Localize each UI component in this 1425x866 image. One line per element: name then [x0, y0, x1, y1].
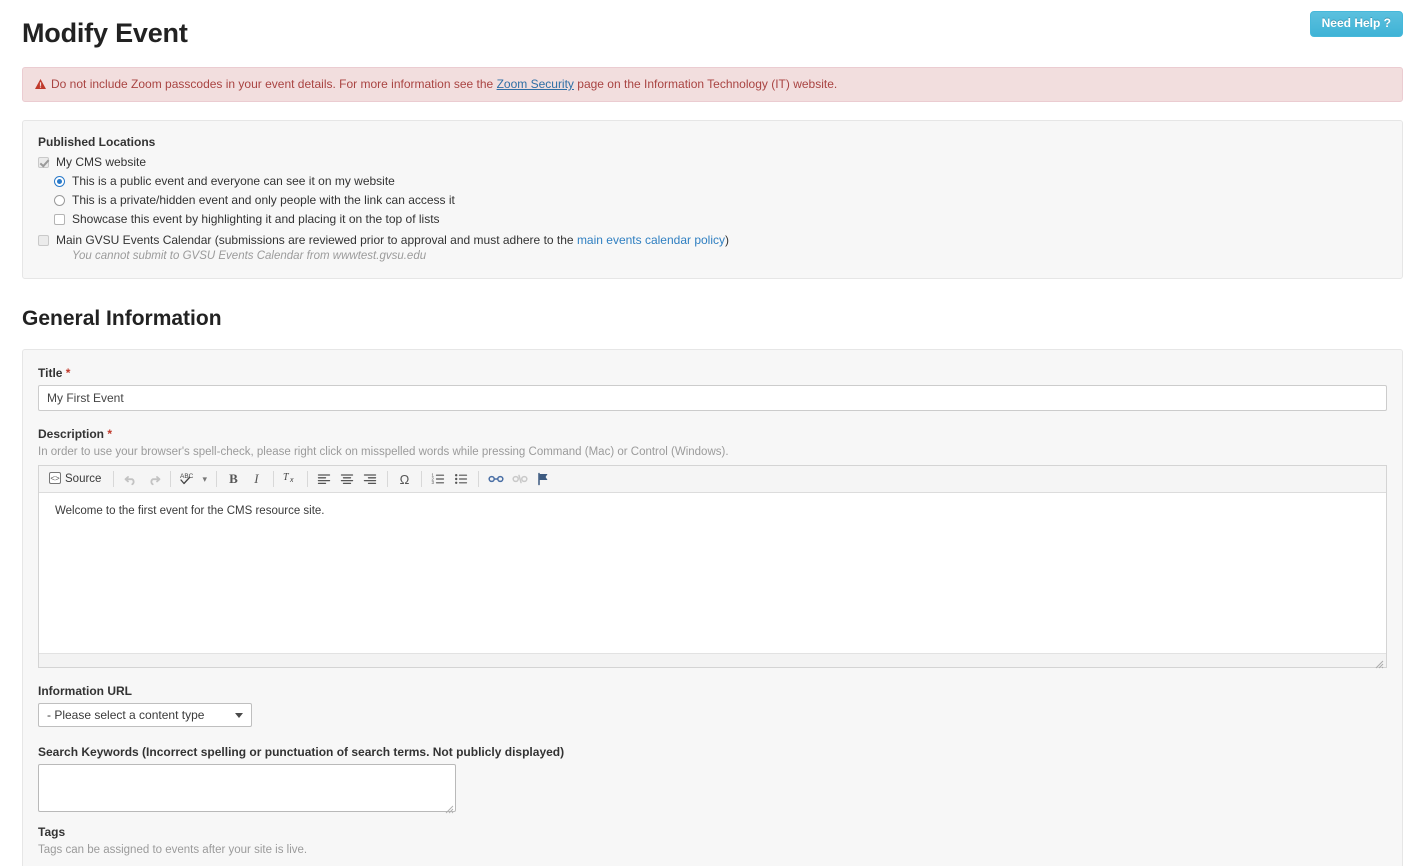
spellcheck-abc-icon: ABC [180, 471, 200, 488]
svg-text:T: T [283, 472, 290, 483]
title-required-marker: * [66, 366, 71, 380]
link-button[interactable] [485, 469, 507, 490]
private-event-radio[interactable] [54, 195, 65, 206]
undo-button[interactable] [120, 469, 141, 490]
source-button[interactable]: <> Source [46, 469, 107, 490]
visibility-option-public[interactable]: This is a public event and everyone can … [54, 174, 1387, 189]
align-center-button[interactable] [337, 469, 358, 490]
spellcheck-button[interactable]: ABC ▾ [177, 469, 210, 490]
tags-group: Tags Tags can be assigned to events afte… [38, 825, 1387, 856]
general-information-heading: General Information [22, 307, 1425, 331]
tags-help-text: Tags can be assigned to events after you… [38, 844, 1387, 856]
alert-text-before-link: Do not include Zoom passcodes in your ev… [51, 77, 493, 91]
tags-label: Tags [38, 825, 1387, 839]
visibility-option-showcase[interactable]: Showcase this event by highlighting it a… [54, 212, 1387, 227]
unlink-button[interactable] [509, 469, 531, 490]
content-type-selected-value: - Please select a content type [47, 708, 204, 722]
search-keywords-group: Search Keywords (Incorrect spelling or p… [38, 745, 1387, 812]
toolbar-separator [421, 471, 422, 487]
remove-format-icon: Tx [283, 470, 297, 488]
svg-text:<>: <> [50, 474, 60, 483]
special-character-button[interactable]: Ω [394, 469, 415, 490]
showcase-event-label: Showcase this event by highlighting it a… [72, 212, 440, 227]
general-information-panel: Title * Description * In order to use yo… [22, 349, 1403, 866]
warning-triangle-icon [35, 78, 46, 88]
main-gvsu-calendar-checkbox [38, 235, 49, 246]
information-url-group: Information URL - Please select a conten… [38, 684, 1387, 727]
redo-button[interactable] [143, 469, 164, 490]
title-field-label: Title * [38, 366, 1387, 380]
private-event-label: This is a private/hidden event and only … [72, 193, 455, 208]
need-help-button[interactable]: Need Help ? [1310, 11, 1403, 37]
title-input[interactable] [38, 385, 1387, 411]
cms-website-row[interactable]: My CMS website [38, 155, 1387, 170]
svg-text:x: x [289, 477, 294, 484]
search-keywords-label: Search Keywords (Incorrect spelling or p… [38, 745, 1387, 759]
alert-text-after-link: page on the Information Technology (IT) … [577, 77, 837, 91]
source-code-icon: <> [49, 472, 61, 487]
source-button-label: Source [65, 473, 101, 485]
modify-event-page: Need Help ? Modify Event Do not include … [0, 0, 1425, 866]
toolbar-separator [170, 471, 171, 487]
main-calendar-restriction-note: You cannot submit to GVSU Events Calenda… [72, 250, 1387, 262]
toolbar-separator [387, 471, 388, 487]
toolbar-separator [273, 471, 274, 487]
page-title: Modify Event [0, 0, 1425, 49]
chevron-down-icon [235, 713, 243, 718]
editor-paragraph: Welcome to the first event for the CMS r… [55, 505, 1370, 517]
cms-website-label: My CMS website [56, 155, 146, 170]
textarea-resize-handle[interactable] [444, 801, 454, 811]
bold-button[interactable]: B [223, 469, 244, 490]
numbered-list-button[interactable]: 123 [428, 469, 449, 490]
public-event-radio[interactable] [54, 176, 65, 187]
cms-website-checkbox [38, 157, 49, 168]
information-url-label: Information URL [38, 684, 1387, 698]
anchor-button[interactable] [533, 469, 554, 490]
main-calendar-text-before-link: Main GVSU Events Calendar (submissions a… [56, 233, 574, 247]
content-type-select[interactable]: - Please select a content type [38, 703, 252, 727]
toolbar-separator [113, 471, 114, 487]
description-field-group: Description * In order to use your brows… [38, 427, 1387, 668]
showcase-event-checkbox[interactable] [54, 214, 65, 225]
rich-text-editor: <> Source ABC [38, 465, 1387, 668]
search-keywords-textarea[interactable] [38, 764, 456, 812]
title-field-group: Title * [38, 366, 1387, 411]
main-events-calendar-policy-link[interactable]: main events calendar policy [577, 233, 725, 247]
editor-toolbar: <> Source ABC [39, 466, 1386, 493]
omega-icon: Ω [400, 472, 410, 487]
description-required-marker: * [107, 427, 112, 441]
align-right-button[interactable] [360, 469, 381, 490]
editor-footer [39, 653, 1386, 667]
svg-text:ABC: ABC [180, 473, 194, 480]
zoom-security-link[interactable]: Zoom Security [497, 77, 574, 91]
published-locations-panel: Published Locations My CMS website This … [22, 120, 1403, 279]
description-help-text: In order to use your browser's spell-che… [38, 446, 1387, 458]
remove-format-button[interactable]: Tx [280, 469, 301, 490]
editor-content-area[interactable]: Welcome to the first event for the CMS r… [39, 493, 1386, 653]
svg-text:3: 3 [432, 480, 435, 485]
visibility-option-private[interactable]: This is a private/hidden event and only … [54, 193, 1387, 208]
italic-button[interactable]: I [246, 469, 267, 490]
chevron-down-icon: ▾ [202, 474, 207, 485]
bulleted-list-button[interactable] [451, 469, 472, 490]
toolbar-separator [478, 471, 479, 487]
align-left-button[interactable] [314, 469, 335, 490]
toolbar-separator [307, 471, 308, 487]
public-event-label: This is a public event and everyone can … [72, 174, 395, 189]
italic-icon: I [254, 471, 258, 487]
main-gvsu-calendar-row: Main GVSU Events Calendar (submissions a… [38, 233, 1387, 248]
editor-resize-handle[interactable] [1374, 656, 1384, 666]
zoom-passcode-warning-alert: Do not include Zoom passcodes in your ev… [22, 67, 1403, 102]
published-locations-heading: Published Locations [38, 135, 1387, 149]
description-field-label: Description * [38, 427, 1387, 441]
toolbar-separator [216, 471, 217, 487]
bold-icon: B [229, 471, 238, 487]
main-calendar-text-after-link: ) [725, 233, 729, 247]
